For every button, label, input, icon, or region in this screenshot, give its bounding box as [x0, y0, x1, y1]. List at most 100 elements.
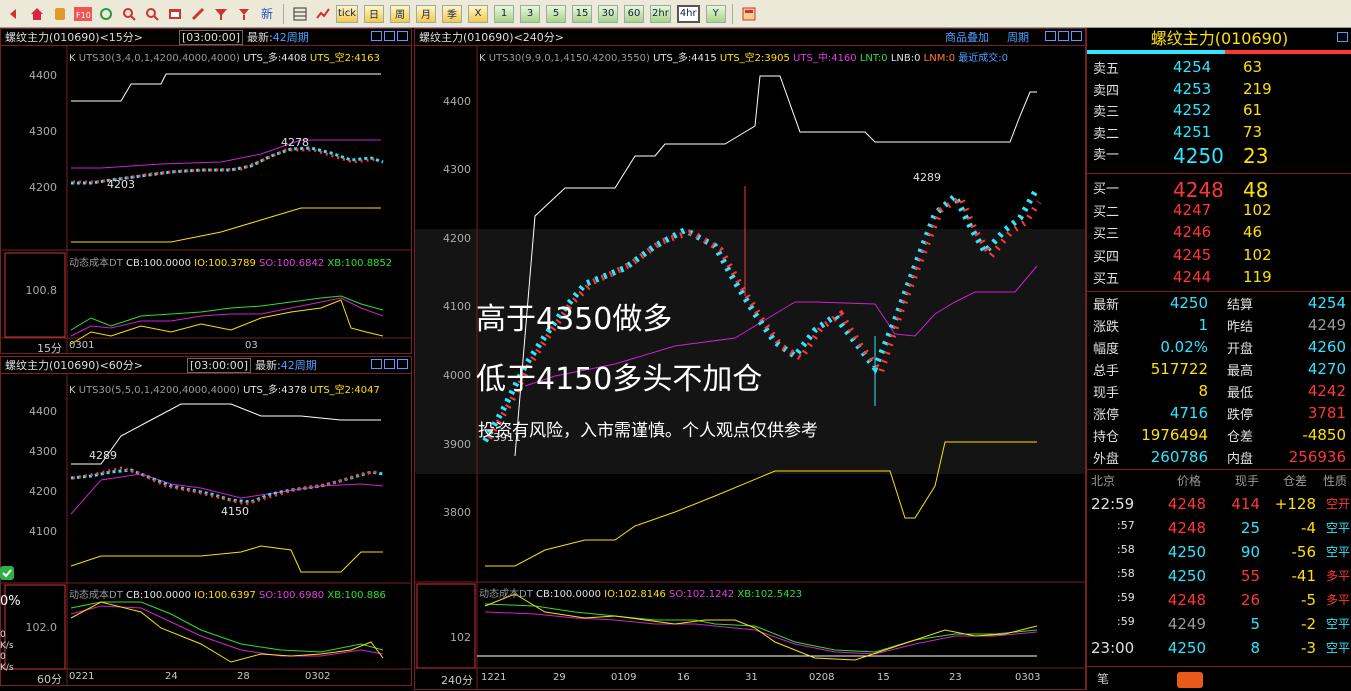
stat-value: 260786: [1150, 448, 1208, 466]
tick-time: 23:00: [1091, 639, 1135, 657]
period-button-周[interactable]: 周: [390, 4, 410, 23]
time-tag: [03:00:00]: [187, 357, 252, 373]
period-button-30[interactable]: 30: [598, 4, 618, 23]
period-link[interactable]: 周期: [287, 29, 309, 45]
ask-price: 4254: [1173, 58, 1212, 76]
bid-label: 买三: [1093, 227, 1120, 242]
axis-label: 4200: [29, 485, 57, 498]
date-tick: 0109: [611, 672, 637, 683]
stat-label: 跌停: [1227, 408, 1254, 423]
date-tick: 1221: [481, 672, 507, 683]
divider: [1087, 291, 1351, 292]
period-button-月[interactable]: 月: [416, 4, 436, 23]
grid-icon[interactable]: [290, 4, 310, 24]
calculator-icon[interactable]: [739, 4, 759, 24]
maximize-icon[interactable]: [1071, 30, 1082, 41]
bid-label: 买五: [1093, 272, 1120, 287]
next-icon[interactable]: [384, 358, 395, 369]
period-button-tick[interactable]: tick: [336, 4, 358, 23]
back-icon[interactable]: [4, 4, 24, 24]
ask-price: 4252: [1173, 101, 1212, 119]
date-tick: 29: [553, 672, 566, 683]
sub-cb: CB:100.0000: [536, 589, 601, 600]
period-button-60[interactable]: 60: [624, 4, 644, 23]
tick-price: 4248: [1167, 591, 1206, 609]
bid-price: 4245: [1173, 245, 1212, 264]
quote-footer: 笔: [1087, 666, 1351, 691]
f10-icon[interactable]: F10: [73, 4, 93, 24]
header-volume: 现手: [1235, 474, 1260, 488]
checkmark-icon[interactable]: [0, 566, 14, 580]
next-icon[interactable]: [384, 30, 395, 41]
period-button-1[interactable]: 1: [494, 4, 514, 23]
tick-header: 北京 价格 现手 仓差 性质: [1087, 472, 1351, 488]
filter-icon[interactable]: [234, 4, 254, 24]
bid-label: 买四: [1093, 249, 1120, 265]
stat-label: 涨跌: [1093, 320, 1120, 335]
sub-io: IO:102.8146: [604, 589, 666, 600]
overlay-link[interactable]: 商品叠加: [945, 29, 989, 45]
quote-row: 持仓 1976494 仓差 -4850: [1087, 426, 1351, 448]
period-button-2hr[interactable]: 2hr: [650, 4, 671, 23]
period-link[interactable]: 周期: [1007, 29, 1029, 45]
funnel-icon[interactable]: [211, 4, 231, 24]
period-button-15[interactable]: 15: [572, 4, 592, 23]
bid-price: 4248: [1173, 178, 1224, 202]
database-icon[interactable]: [50, 4, 70, 24]
prev-icon[interactable]: [1045, 30, 1056, 41]
period-label: 15分: [37, 342, 62, 354]
zoom-out-icon[interactable]: [142, 4, 162, 24]
window-icon[interactable]: [165, 4, 185, 24]
stat-label: 总手: [1093, 364, 1120, 379]
bid-volume: 119: [1243, 268, 1272, 286]
chart-15min: [1, 46, 411, 353]
quote-row: 买四 4245 102: [1087, 246, 1351, 268]
tick-nature: 空开: [1325, 497, 1350, 511]
refresh-icon[interactable]: [96, 4, 116, 24]
maximize-icon[interactable]: [397, 358, 408, 369]
bid-volume: 102: [1243, 245, 1272, 264]
period-button-3[interactable]: 3: [520, 4, 540, 23]
sub-io: IO:100.3789: [194, 258, 256, 269]
tick-price: 4248: [1167, 519, 1206, 537]
tick-price: 4250: [1167, 567, 1206, 585]
quote-row: :58 4250 55 -41 多平: [1087, 567, 1351, 589]
home-icon[interactable]: [27, 4, 47, 24]
prev-icon[interactable]: [371, 30, 382, 41]
stat-value: 517722: [1150, 360, 1208, 378]
footer-tab[interactable]: 笔: [1097, 670, 1109, 687]
sub-indicator-line: 动态成本DT CB:100.0000 IO:102.8146 SO:102.12…: [479, 585, 802, 600]
maximize-icon[interactable]: [1337, 32, 1348, 42]
ask-volume: 219: [1243, 79, 1272, 98]
chart-panel-15min[interactable]: 螺纹主力(010690)<15分> [03:00:00] 最新: 42 周期 K…: [0, 28, 412, 354]
ask-volume: 73: [1243, 122, 1263, 141]
period-button-4hr[interactable]: 4hr: [676, 4, 700, 23]
panel-title: 螺纹主力(010690)<15分>: [5, 31, 144, 44]
line-chart-icon[interactable]: [313, 4, 333, 24]
period-link[interactable]: 周期: [295, 357, 317, 373]
pen-icon[interactable]: [188, 4, 208, 24]
stat-label: 仓差: [1227, 430, 1254, 445]
period-button-X[interactable]: X: [468, 4, 488, 23]
quote-row: 现手 8 最低 4242: [1087, 382, 1351, 404]
zoom-in-icon[interactable]: [119, 4, 139, 24]
latest-value: 42: [280, 358, 295, 372]
period-button-Y[interactable]: Y: [705, 4, 726, 23]
date-tick: 24: [165, 671, 178, 682]
sub-xb: XB:100.8852: [327, 258, 393, 269]
next-icon[interactable]: [1058, 30, 1069, 41]
tick-time: :59: [1117, 591, 1135, 604]
tick-oi-change: -5: [1301, 591, 1316, 609]
date-tick: 0302: [305, 671, 331, 682]
period-button-日[interactable]: 日: [364, 4, 384, 23]
stat-value: 4249: [1307, 316, 1346, 334]
prev-icon[interactable]: [371, 358, 382, 369]
chart-panel-60min[interactable]: 螺纹主力(010690)<60分> [03:00:00] 最新: 42 周期 K…: [0, 356, 412, 686]
axis-label: 3800: [443, 506, 471, 519]
axis-label: 4000: [443, 369, 471, 382]
new-button[interactable]: 新: [257, 4, 277, 24]
period-button-季[interactable]: 季: [442, 4, 462, 23]
tick-time: 22:59: [1091, 495, 1135, 513]
period-button-5[interactable]: 5: [546, 4, 566, 23]
maximize-icon[interactable]: [397, 30, 408, 41]
